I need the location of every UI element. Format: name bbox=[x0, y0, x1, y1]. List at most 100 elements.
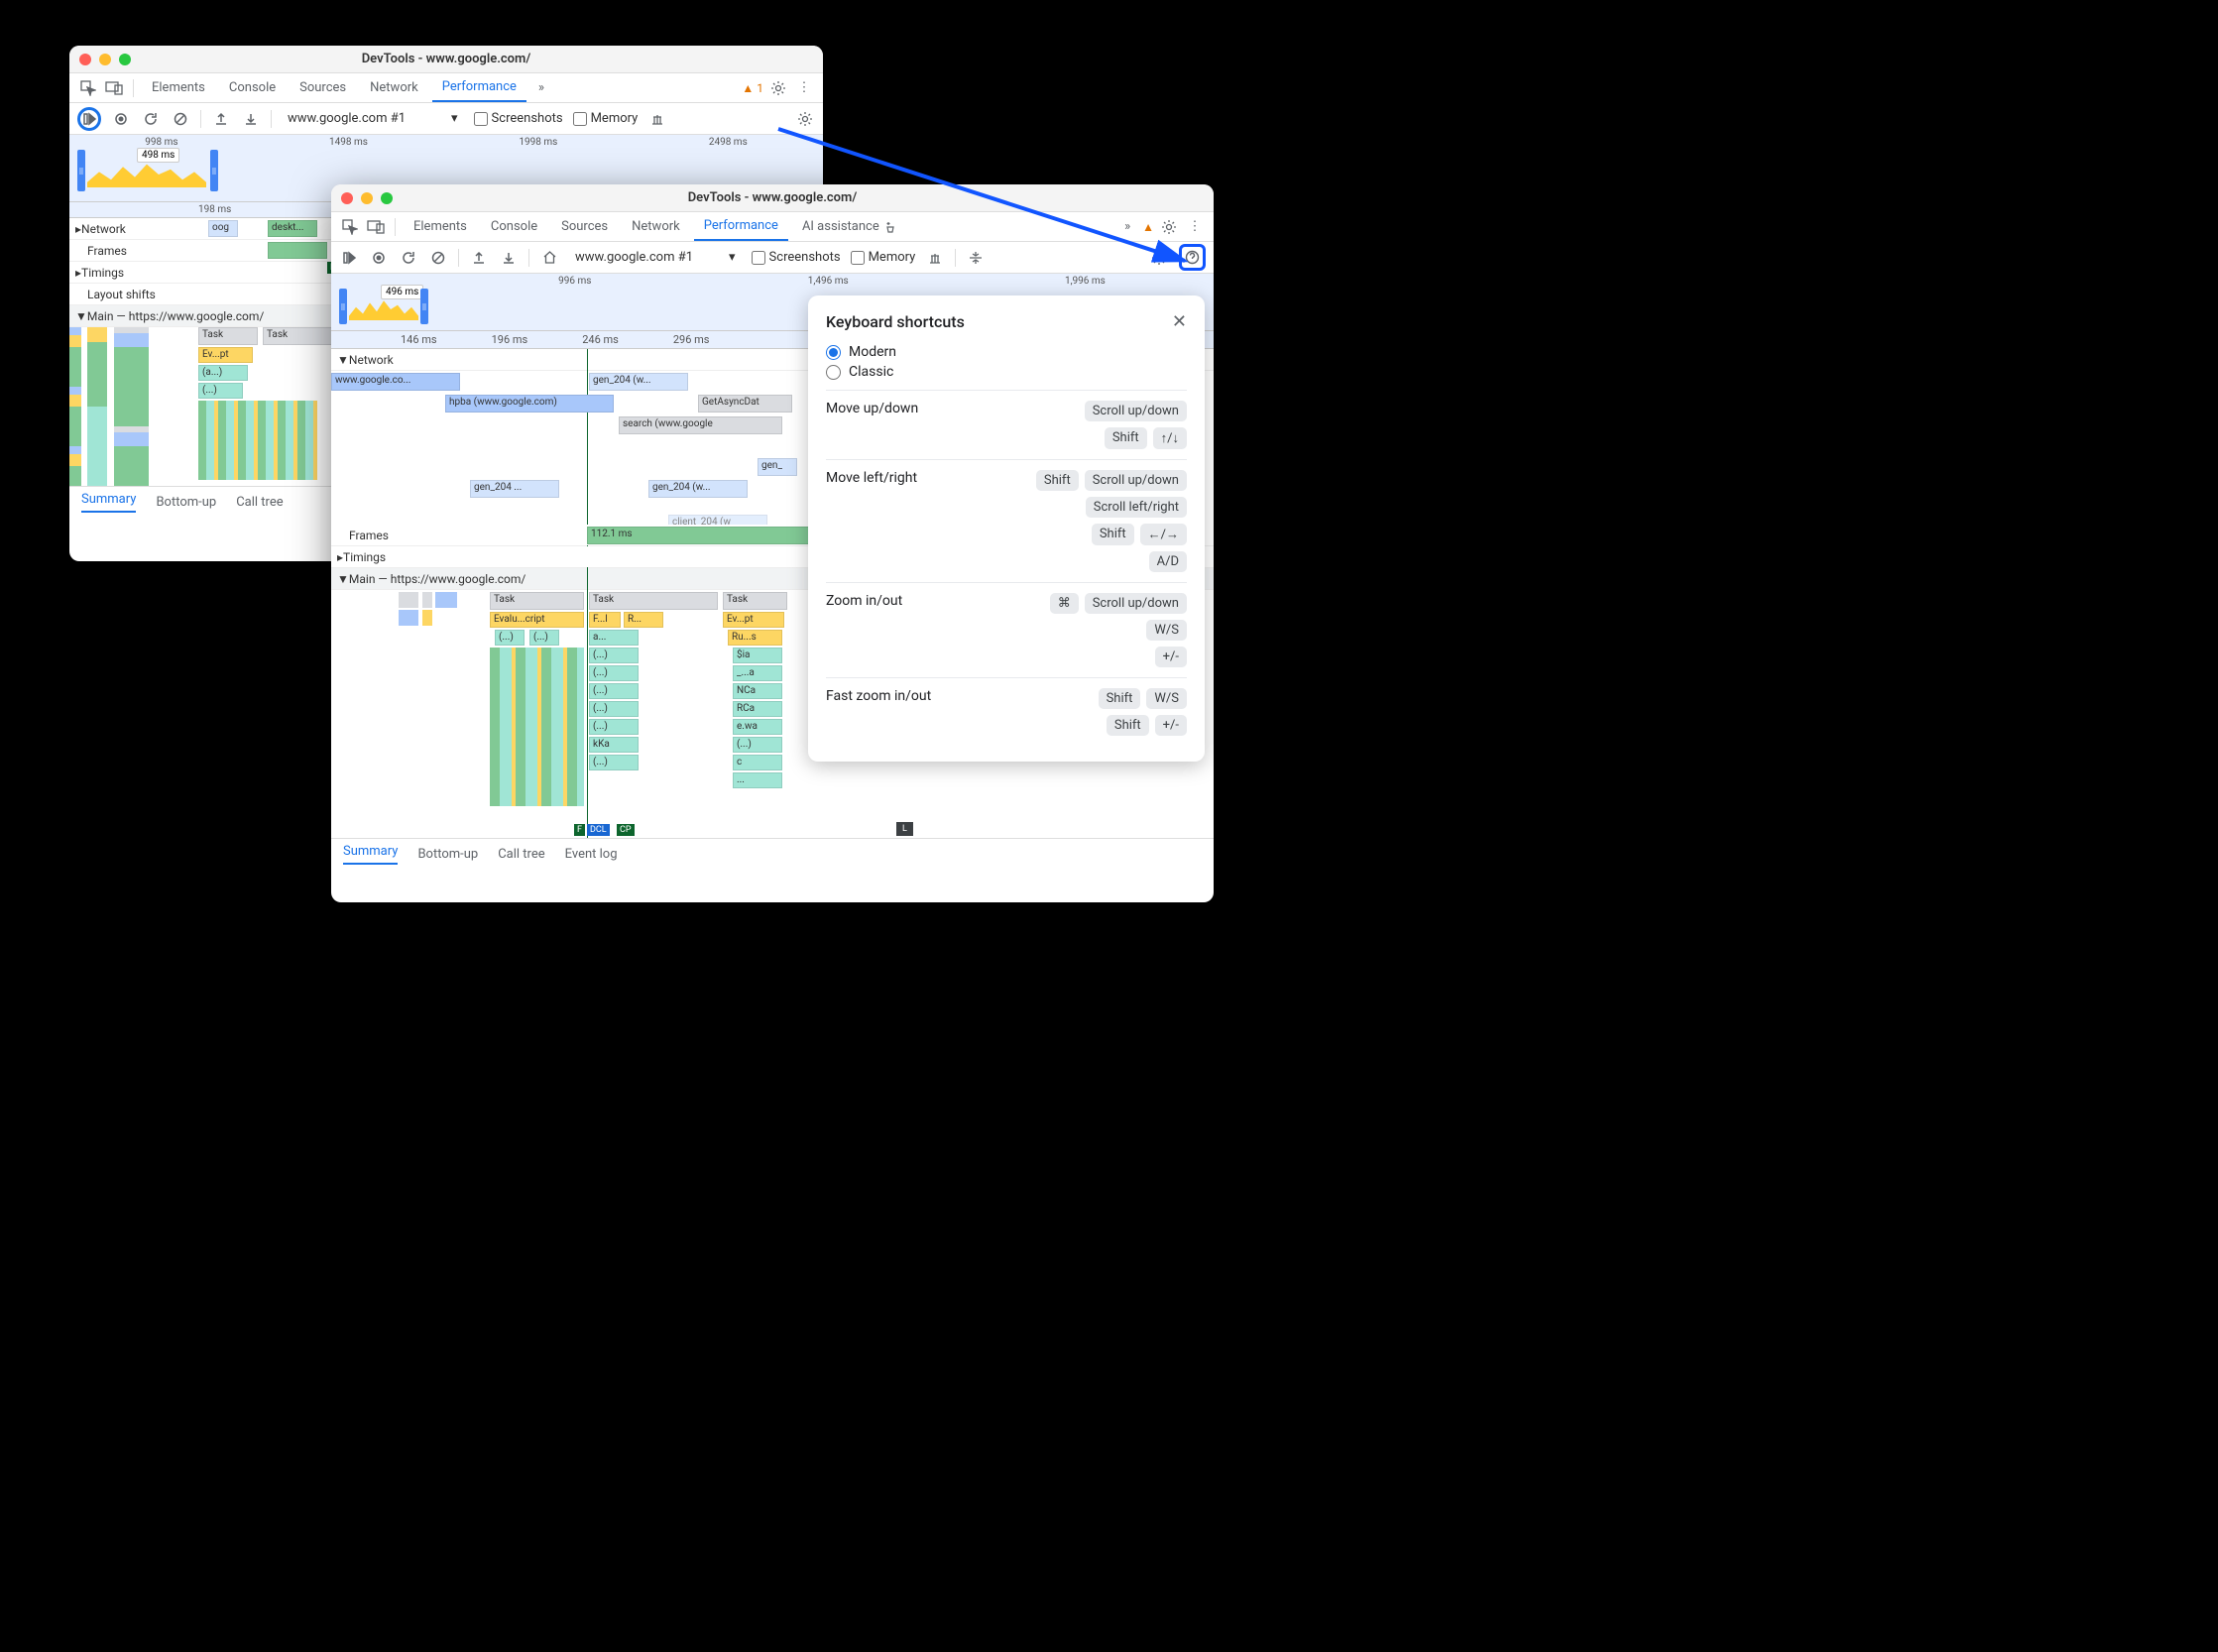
summary-tab[interactable]: Summary bbox=[81, 492, 136, 513]
warnings-badge[interactable]: ▲ 1 bbox=[742, 81, 763, 95]
calltree-tab[interactable]: Call tree bbox=[236, 495, 283, 510]
main-track-label[interactable]: ▼ Main — https://www.google.com/ bbox=[331, 568, 531, 589]
timings-track-label[interactable]: ▸ Timings bbox=[69, 262, 178, 283]
inspect-icon[interactable] bbox=[339, 216, 361, 238]
task-block[interactable]: Task bbox=[589, 592, 718, 610]
more-tabs-icon[interactable]: » bbox=[1116, 216, 1138, 238]
tab-network[interactable]: Network bbox=[360, 73, 428, 102]
recording-selector[interactable]: www.google.com #1▾ bbox=[569, 248, 742, 267]
close-icon[interactable]: ✕ bbox=[1172, 311, 1187, 332]
range-handle-left[interactable]: || bbox=[77, 150, 85, 191]
f-marker[interactable]: F bbox=[574, 824, 585, 836]
garbage-collect-icon[interactable] bbox=[925, 248, 945, 268]
device-icon[interactable] bbox=[365, 216, 387, 238]
record-button[interactable] bbox=[111, 109, 131, 129]
layout-shifts-label[interactable]: Layout shifts bbox=[69, 284, 178, 304]
clear-icon[interactable] bbox=[428, 248, 448, 268]
tab-sources[interactable]: Sources bbox=[551, 212, 618, 241]
upload-icon[interactable] bbox=[469, 248, 489, 268]
tab-elements[interactable]: Elements bbox=[142, 73, 215, 102]
tab-elements[interactable]: Elements bbox=[404, 212, 477, 241]
settings-gear-icon[interactable] bbox=[1149, 248, 1169, 268]
bottomup-tab[interactable]: Bottom-up bbox=[417, 847, 478, 862]
range-handle-right[interactable]: || bbox=[210, 150, 218, 191]
flame-cell[interactable]: NCa bbox=[733, 683, 782, 699]
garbage-collect-icon[interactable] bbox=[647, 109, 667, 129]
flame-row[interactable]: Ev...pt bbox=[198, 347, 253, 363]
tab-network[interactable]: Network bbox=[622, 212, 690, 241]
flame-row[interactable]: (a...) bbox=[198, 365, 248, 381]
record-reload-button[interactable] bbox=[339, 248, 359, 268]
task-block[interactable]: Task bbox=[490, 592, 584, 610]
net-req[interactable]: www.google.co... bbox=[331, 373, 460, 391]
tab-performance[interactable]: Performance bbox=[432, 73, 526, 102]
flame-row[interactable]: (...) bbox=[198, 383, 243, 399]
more-tabs-icon[interactable]: » bbox=[530, 77, 552, 99]
flame-cell[interactable]: $ia bbox=[733, 648, 782, 663]
download-icon[interactable] bbox=[241, 109, 261, 129]
flame-cell[interactable]: (...) bbox=[589, 665, 639, 681]
flame-cell[interactable]: RCa bbox=[733, 701, 782, 717]
flame-cell[interactable]: c bbox=[733, 755, 782, 770]
bottomup-tab[interactable]: Bottom-up bbox=[156, 495, 216, 510]
home-icon[interactable] bbox=[539, 248, 559, 268]
summary-tab[interactable]: Summary bbox=[343, 844, 398, 865]
net-req[interactable]: GetAsyncDat bbox=[698, 395, 792, 413]
net-req[interactable]: gen_204 (w... bbox=[589, 373, 688, 391]
screenshots-checkbox[interactable]: Screenshots bbox=[474, 111, 563, 126]
flame-cell[interactable]: F...l bbox=[589, 612, 621, 628]
frames-track-label[interactable]: Frames bbox=[331, 525, 410, 545]
main-track-label[interactable]: ▼ Main — https://www.google.com/ bbox=[69, 305, 284, 326]
flame-cell[interactable]: (...) bbox=[589, 701, 639, 717]
clear-icon[interactable] bbox=[171, 109, 190, 129]
flame-cell[interactable]: R... bbox=[624, 612, 663, 628]
range-handle-left[interactable]: || bbox=[339, 289, 347, 324]
cp-marker[interactable]: CP bbox=[617, 824, 635, 836]
flame-cell[interactable]: Ev...pt bbox=[723, 612, 784, 628]
reload-icon[interactable] bbox=[141, 109, 161, 129]
flame-cell[interactable]: (...) bbox=[495, 630, 525, 646]
flame-cell[interactable]: (...) bbox=[589, 719, 639, 735]
upload-icon[interactable] bbox=[211, 109, 231, 129]
device-icon[interactable] bbox=[103, 77, 125, 99]
net-req[interactable]: hpba (www.google.com) bbox=[445, 395, 614, 413]
flame-cell[interactable]: a... bbox=[589, 630, 639, 646]
memory-checkbox[interactable]: Memory bbox=[851, 250, 916, 265]
record-reload-button-highlighted[interactable] bbox=[77, 107, 101, 131]
radio-modern[interactable]: Modern bbox=[826, 344, 1187, 360]
gear-icon[interactable] bbox=[767, 77, 789, 99]
help-button-highlighted[interactable] bbox=[1179, 244, 1206, 271]
flame-cell[interactable]: (...) bbox=[733, 737, 782, 753]
flame-cell[interactable]: _...a bbox=[733, 665, 782, 681]
flame-cell[interactable]: (...) bbox=[529, 630, 559, 646]
flame-cell[interactable]: (...) bbox=[589, 683, 639, 699]
network-item[interactable]: deskt... bbox=[268, 220, 317, 237]
recording-selector[interactable]: www.google.com #1▾ bbox=[282, 109, 464, 128]
tab-performance[interactable]: Performance bbox=[694, 212, 788, 241]
frames-track-label[interactable]: Frames bbox=[69, 240, 178, 261]
net-req[interactable]: gen_204 (w... bbox=[648, 480, 748, 498]
network-track-label[interactable]: ▼ Network bbox=[331, 349, 410, 370]
task-block[interactable]: Task bbox=[198, 327, 258, 345]
dcl-marker[interactable]: DCL bbox=[587, 824, 610, 836]
task-block[interactable]: Task bbox=[723, 592, 787, 610]
screenshots-checkbox[interactable]: Screenshots bbox=[752, 250, 841, 265]
flame-cell[interactable]: kKa bbox=[589, 737, 639, 753]
range-handle-right[interactable]: || bbox=[420, 289, 428, 324]
eventlog-tab[interactable]: Event log bbox=[565, 847, 618, 862]
tab-console[interactable]: Console bbox=[219, 73, 286, 102]
flame-cell[interactable]: (...) bbox=[589, 648, 639, 663]
network-track-label[interactable]: ▸ Network bbox=[69, 218, 178, 239]
record-button[interactable] bbox=[369, 248, 389, 268]
task-block[interactable]: Task bbox=[263, 327, 332, 345]
reload-icon[interactable] bbox=[399, 248, 418, 268]
flame-cell[interactable]: Evalu...cript bbox=[490, 612, 584, 628]
flame-cell[interactable]: (...) bbox=[589, 755, 639, 770]
warnings-badge[interactable]: ▲ bbox=[1142, 220, 1154, 234]
memory-checkbox[interactable]: Memory bbox=[573, 111, 639, 126]
timings-track-label[interactable]: ▸ Timings bbox=[331, 546, 410, 567]
flame-cell[interactable]: ... bbox=[733, 772, 782, 788]
settings-gear-icon[interactable] bbox=[795, 109, 815, 129]
l-marker[interactable]: L bbox=[896, 822, 913, 836]
kebab-icon[interactable]: ⋮ bbox=[1184, 216, 1206, 238]
